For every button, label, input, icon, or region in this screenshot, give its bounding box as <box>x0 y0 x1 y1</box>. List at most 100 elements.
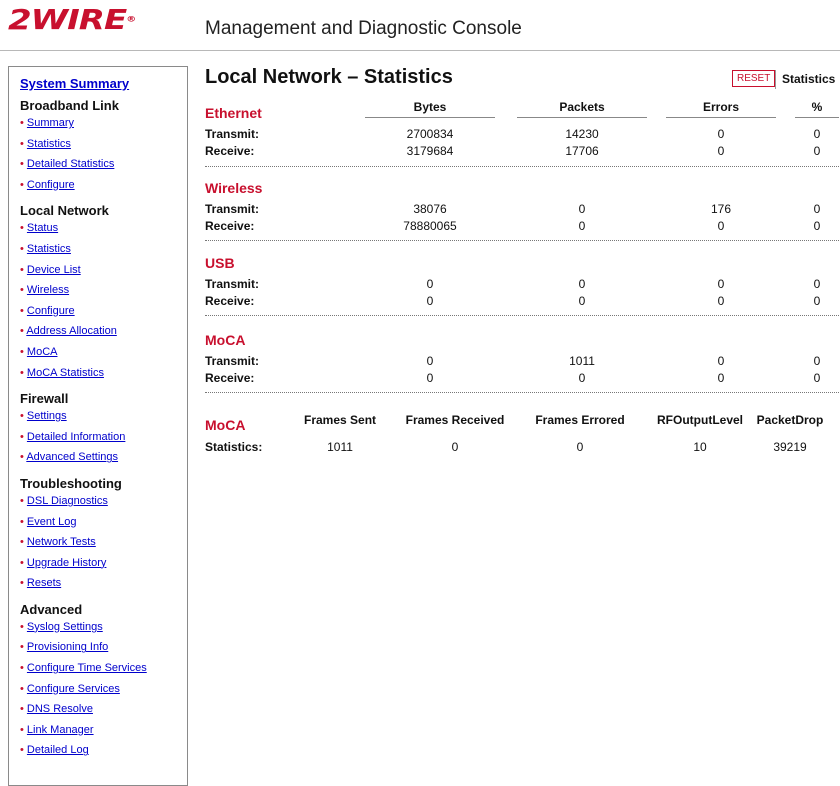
row-label-receive: Receive: <box>205 144 255 158</box>
table-cell: 0 <box>578 371 586 385</box>
moca-statistics-section: MoCA Statistics: Frames Sent 1011 Frames Rec… <box>205 410 840 460</box>
moca-column-header: Frames Received <box>405 413 505 427</box>
table-cell: 14230 <box>565 127 599 141</box>
sidebar-item: • Address Allocation <box>20 321 187 342</box>
row-label-transmit: Transmit: <box>205 202 260 216</box>
bullet-icon: • <box>20 242 24 255</box>
sidebar-link-local-network-wireless[interactable]: Wireless <box>27 284 69 296</box>
bullet-icon: • <box>20 536 24 549</box>
table-cell: 0 <box>813 219 821 233</box>
sidebar-section-troubleshooting: Troubleshooting <box>20 475 122 491</box>
bullet-icon: • <box>20 178 24 191</box>
sidebar-link-advanced-syslog-settings[interactable]: Syslog Settings <box>27 621 103 633</box>
section-title: MoCA <box>205 332 246 348</box>
sidebar-link-local-network-device-list[interactable]: Device List <box>27 264 81 276</box>
table-cell: 0 <box>813 354 821 368</box>
sidebar-section-local-network: Local Network <box>20 203 109 219</box>
bullet-icon: • <box>20 137 24 150</box>
bullet-icon: • <box>20 117 24 129</box>
bullet-icon: • <box>20 703 24 716</box>
table-cell: 0 <box>426 277 434 291</box>
sidebar-item: • Detailed Information <box>20 427 187 448</box>
sidebar-link-local-network-configure[interactable]: Configure <box>27 305 75 317</box>
table-cell: 0 <box>578 277 586 291</box>
page-title: Local Network – Statistics <box>205 66 453 88</box>
sidebar-link-firewall-detailed-information[interactable]: Detailed Information <box>27 431 125 443</box>
bullet-icon: • <box>20 556 24 569</box>
sidebar-link-local-network-moca[interactable]: MoCA <box>27 346 58 358</box>
moca-stat-value: 39219 <box>773 440 807 454</box>
sidebar-item: • Advanced Settings <box>20 447 187 468</box>
sidebar-item: • Upgrade History <box>20 553 187 574</box>
stats-section-wireless: Wireless Transmit: 38076 0 176 0 Receive: 78880… <box>205 180 840 250</box>
stats-section-ethernet: Ethernet Bytes Packets Errors% Transmit: 2700… <box>205 100 840 170</box>
table-cell: 78880065 <box>403 219 457 233</box>
sidebar-link-troubleshooting-network-tests[interactable]: Network Tests <box>27 536 96 548</box>
sidebar-item: • Status <box>20 218 187 239</box>
table-cell: 0 <box>717 219 725 233</box>
sidebar-link-troubleshooting-event-log[interactable]: Event Log <box>27 516 77 528</box>
console-title: Management and Diagnostic Console <box>205 18 522 39</box>
dotted-divider <box>205 315 840 316</box>
sidebar-link-local-network-statistics[interactable]: Statistics <box>27 243 71 255</box>
sidebar-link-advanced-provisioning-info[interactable]: Provisioning Info <box>27 641 108 653</box>
sidebar-link-advanced-detailed-log[interactable]: Detailed Log <box>27 744 89 756</box>
section-title: Wireless <box>205 180 263 196</box>
sidebar-link-troubleshooting-upgrade-history[interactable]: Upgrade History <box>27 557 106 569</box>
table-cell: 0 <box>717 354 725 368</box>
bullet-icon: • <box>20 430 24 443</box>
sidebar-item: • Configure Services <box>20 679 187 700</box>
table-cell: 0 <box>717 127 725 141</box>
sidebar-item: • Link Manager <box>20 720 187 741</box>
sidebar-link-broadband-link-statistics[interactable]: Statistics <box>27 138 71 150</box>
dotted-divider <box>205 240 840 241</box>
sidebar-link-broadband-link-configure[interactable]: Configure <box>27 179 75 191</box>
sidebar-link-advanced-configure-time-services[interactable]: Configure Time Services <box>27 662 147 674</box>
logo-text: 2WIRE <box>8 4 127 36</box>
header: 2WIRE® Management and Diagnostic Console <box>0 0 840 51</box>
moca-stat-value: 10 <box>693 440 707 454</box>
table-cell: 0 <box>813 127 821 141</box>
table-cell: 17706 <box>565 144 599 158</box>
bullet-icon: • <box>20 620 24 633</box>
column-header: Bytes <box>365 100 495 118</box>
sidebar-link-troubleshooting-dsl-diagnostics[interactable]: DSL Diagnostics <box>27 495 108 507</box>
bullet-icon: • <box>20 515 24 528</box>
table-cell: 0 <box>717 277 725 291</box>
table-cell: 176 <box>710 202 732 216</box>
dotted-divider <box>205 166 840 167</box>
sidebar-link-firewall-advanced-settings[interactable]: Advanced Settings <box>26 451 118 463</box>
row-label-receive: Receive: <box>205 219 255 233</box>
sidebar-link-system-summary[interactable]: System Summary <box>20 76 187 91</box>
table-cell: 0 <box>813 371 821 385</box>
table-cell: 0 <box>578 294 586 308</box>
sidebar-item: • DSL Diagnostics <box>20 491 187 512</box>
sidebar-link-broadband-link-summary[interactable]: Summary <box>27 117 74 129</box>
moca-stat-value: 1011 <box>327 440 353 454</box>
stats-section-moca: MoCA Transmit: 0 1011 0 0 Receive: 0 0 0 0 <box>205 332 840 402</box>
bullet-icon: • <box>20 304 24 317</box>
sidebar-item: • Provisioning Info <box>20 637 187 658</box>
sidebar-link-troubleshooting-resets[interactable]: Resets <box>27 577 61 589</box>
sidebar-section-broadband-link: Broadband Link <box>20 98 119 113</box>
sidebar-item: • MoCA <box>20 342 187 363</box>
row-label-receive: Receive: <box>205 294 255 308</box>
sidebar-link-local-network-moca-statistics[interactable]: MoCA Statistics <box>27 367 104 379</box>
table-cell: 2700834 <box>406 127 454 141</box>
sidebar-link-advanced-dns-resolve[interactable]: DNS Resolve <box>27 703 93 715</box>
sidebar-link-advanced-link-manager[interactable]: Link Manager <box>27 724 94 736</box>
sidebar-item: • Device List <box>20 260 187 281</box>
sidebar-link-firewall-settings[interactable]: Settings <box>27 410 67 422</box>
table-cell: 0 <box>717 294 725 308</box>
table-cell: 38076 <box>413 202 447 216</box>
brand-logo: 2WIRE® <box>8 4 136 36</box>
sidebar-item: • Detailed Statistics <box>20 154 187 175</box>
sidebar-link-local-network-address-allocation[interactable]: Address Allocation <box>26 325 117 337</box>
reset-button[interactable]: RESET <box>732 70 776 87</box>
nav-sections: Broadband Link • Summary • Statistics • Det… <box>20 98 187 761</box>
sidebar-nav: System Summary Broadband Link • Summary • … <box>8 66 188 786</box>
sidebar-link-local-network-status[interactable]: Status <box>27 222 58 234</box>
sidebar-link-broadband-link-detailed-statistics[interactable]: Detailed Statistics <box>27 158 114 170</box>
sidebar-link-advanced-configure-services[interactable]: Configure Services <box>27 683 120 695</box>
bullet-icon: • <box>20 158 24 171</box>
